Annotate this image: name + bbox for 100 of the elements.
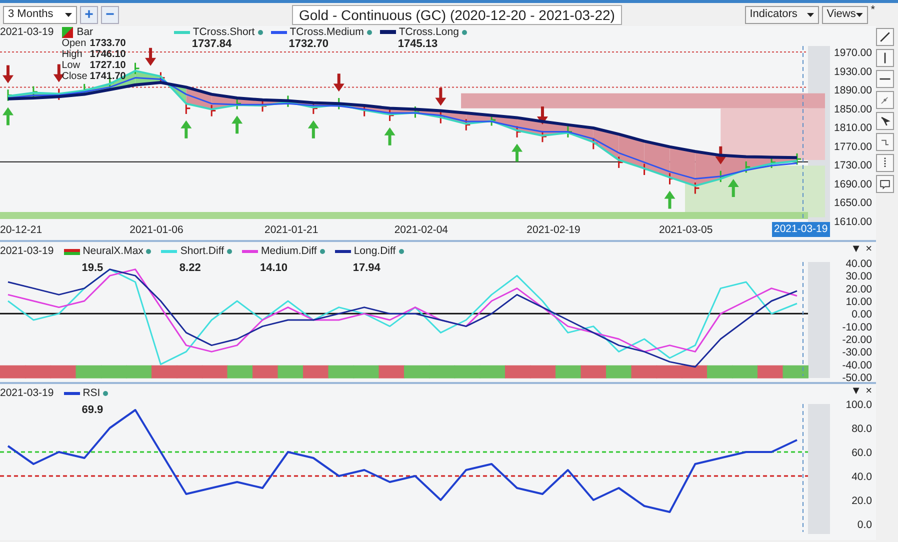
bullish-bar xyxy=(354,365,380,378)
caret-icon xyxy=(65,12,72,16)
up-arrow-icon xyxy=(308,120,319,138)
vertical-line-tool[interactable] xyxy=(876,49,894,67)
bearish-bar xyxy=(303,365,329,378)
candlestick xyxy=(542,130,546,142)
axis-label: 1770.00 xyxy=(834,140,872,153)
ohlc-label: Low xyxy=(62,60,82,71)
cloud-segment xyxy=(670,146,696,186)
crosshair-date: 2021-03-19 xyxy=(772,222,830,237)
ohlc-value: 1733.70 xyxy=(90,38,126,49)
bearish-bar xyxy=(378,365,404,378)
series-value: 17.94 xyxy=(352,260,380,276)
bullish-bar xyxy=(556,365,582,378)
series-value: 69.9 xyxy=(80,402,104,418)
candlestick xyxy=(160,72,165,84)
dotted-line-tool[interactable] xyxy=(876,154,894,172)
date-label: 2021-03-05 xyxy=(659,224,713,236)
down-arrow-icon xyxy=(536,106,548,124)
candlestick xyxy=(185,102,190,114)
line-swatch xyxy=(270,30,287,34)
axis-label: 1890.00 xyxy=(834,84,872,97)
axis-label: 1930.00 xyxy=(834,66,872,78)
close-button[interactable]: × xyxy=(866,385,872,397)
ohlc-label: Close xyxy=(62,71,88,82)
cloud-segment xyxy=(618,134,644,168)
legend-date: 2021-03-19 xyxy=(0,244,54,259)
axis-label: -10.00 xyxy=(842,321,872,334)
line-swatch xyxy=(242,250,258,254)
cloud-segment xyxy=(517,118,542,136)
axis-label: 1970.00 xyxy=(834,47,872,59)
series-name: Long.Diff xyxy=(354,244,396,259)
range-dropdown[interactable]: 3 Months xyxy=(3,6,77,24)
series-name: TCross.Long xyxy=(398,26,459,38)
bullish-bar xyxy=(606,365,632,378)
candlestick xyxy=(134,62,140,74)
up-arrow-icon xyxy=(232,116,243,134)
bearish-bar xyxy=(530,365,556,378)
axis-label: -30.00 xyxy=(842,346,872,359)
views-dropdown[interactable]: Views xyxy=(822,6,868,24)
bearish-bar xyxy=(50,365,76,378)
close-button[interactable]: × xyxy=(866,243,872,255)
line-swatch xyxy=(380,30,396,34)
up-arrow-icon xyxy=(384,127,396,146)
candlestick xyxy=(490,114,496,126)
candlestick xyxy=(567,126,572,138)
cloud-segment xyxy=(644,141,670,178)
candlestick xyxy=(745,161,750,173)
date-label: 2021-01-21 xyxy=(264,224,318,236)
axis-label: 1810.00 xyxy=(834,122,872,134)
series-name: Bar xyxy=(76,26,94,38)
bullish-bar xyxy=(278,365,304,378)
axis-label: 0.0 xyxy=(857,519,872,531)
axis-label: 60.0 xyxy=(852,447,872,459)
candlestick xyxy=(694,182,700,194)
zoom-in-button[interactable]: + xyxy=(80,6,98,24)
candlestick xyxy=(236,98,242,110)
axis-label: 1850.00 xyxy=(834,103,872,116)
bullish-bar xyxy=(227,365,253,378)
bearish-bar xyxy=(631,365,657,378)
down-arrow-icon xyxy=(435,88,446,106)
bearish-bar xyxy=(0,365,26,378)
series-value: 1737.84 xyxy=(190,38,232,50)
zoom-out-button[interactable]: − xyxy=(101,6,119,24)
legend-date: 2021-03-19 xyxy=(0,26,54,38)
bearish-bar xyxy=(252,365,278,378)
axis-label: 10.00 xyxy=(846,296,872,308)
line-swatch xyxy=(174,30,190,34)
callout-tool[interactable] xyxy=(876,175,894,193)
line-tool[interactable] xyxy=(876,28,894,46)
indicators-dropdown[interactable]: Indicators xyxy=(744,6,819,24)
date-label: 2021-01-06 xyxy=(130,224,184,236)
axis-label: 20.00 xyxy=(846,283,872,296)
axis-label: 40.0 xyxy=(852,471,872,483)
axis-label: 80.0 xyxy=(852,423,872,435)
series-name: TCross.Short xyxy=(192,26,255,38)
bullish-bar xyxy=(328,365,354,378)
horizontal-line-tool[interactable] xyxy=(876,70,894,88)
collapse-button[interactable]: ▼ xyxy=(850,243,862,255)
bullish-bar xyxy=(126,365,152,378)
axis-label: 1730.00 xyxy=(834,160,872,172)
cloud-segment xyxy=(466,113,492,124)
axis-label: 0.00 xyxy=(852,308,872,321)
series-value: 14.10 xyxy=(259,260,288,276)
bearish-bar xyxy=(202,365,228,378)
date-label: 2021-02-04 xyxy=(394,224,448,236)
bullish-bar xyxy=(782,365,808,378)
bearish-bar xyxy=(580,365,606,378)
series-name: Short.Diff xyxy=(180,244,224,259)
bearish-bar xyxy=(682,365,708,378)
series-name: NeuralX.Max xyxy=(82,244,144,259)
candlestick xyxy=(465,119,470,130)
down-arrow-icon xyxy=(333,74,344,92)
date-label: 2021-02-19 xyxy=(526,224,580,236)
ohlc-label: High xyxy=(62,49,84,60)
collapse-button[interactable]: ▼ xyxy=(850,385,862,397)
down-arrow-icon xyxy=(2,65,14,84)
bullish-bar xyxy=(76,365,102,378)
axis-label: 1610.00 xyxy=(834,216,872,228)
up-arrow-icon xyxy=(180,120,192,138)
